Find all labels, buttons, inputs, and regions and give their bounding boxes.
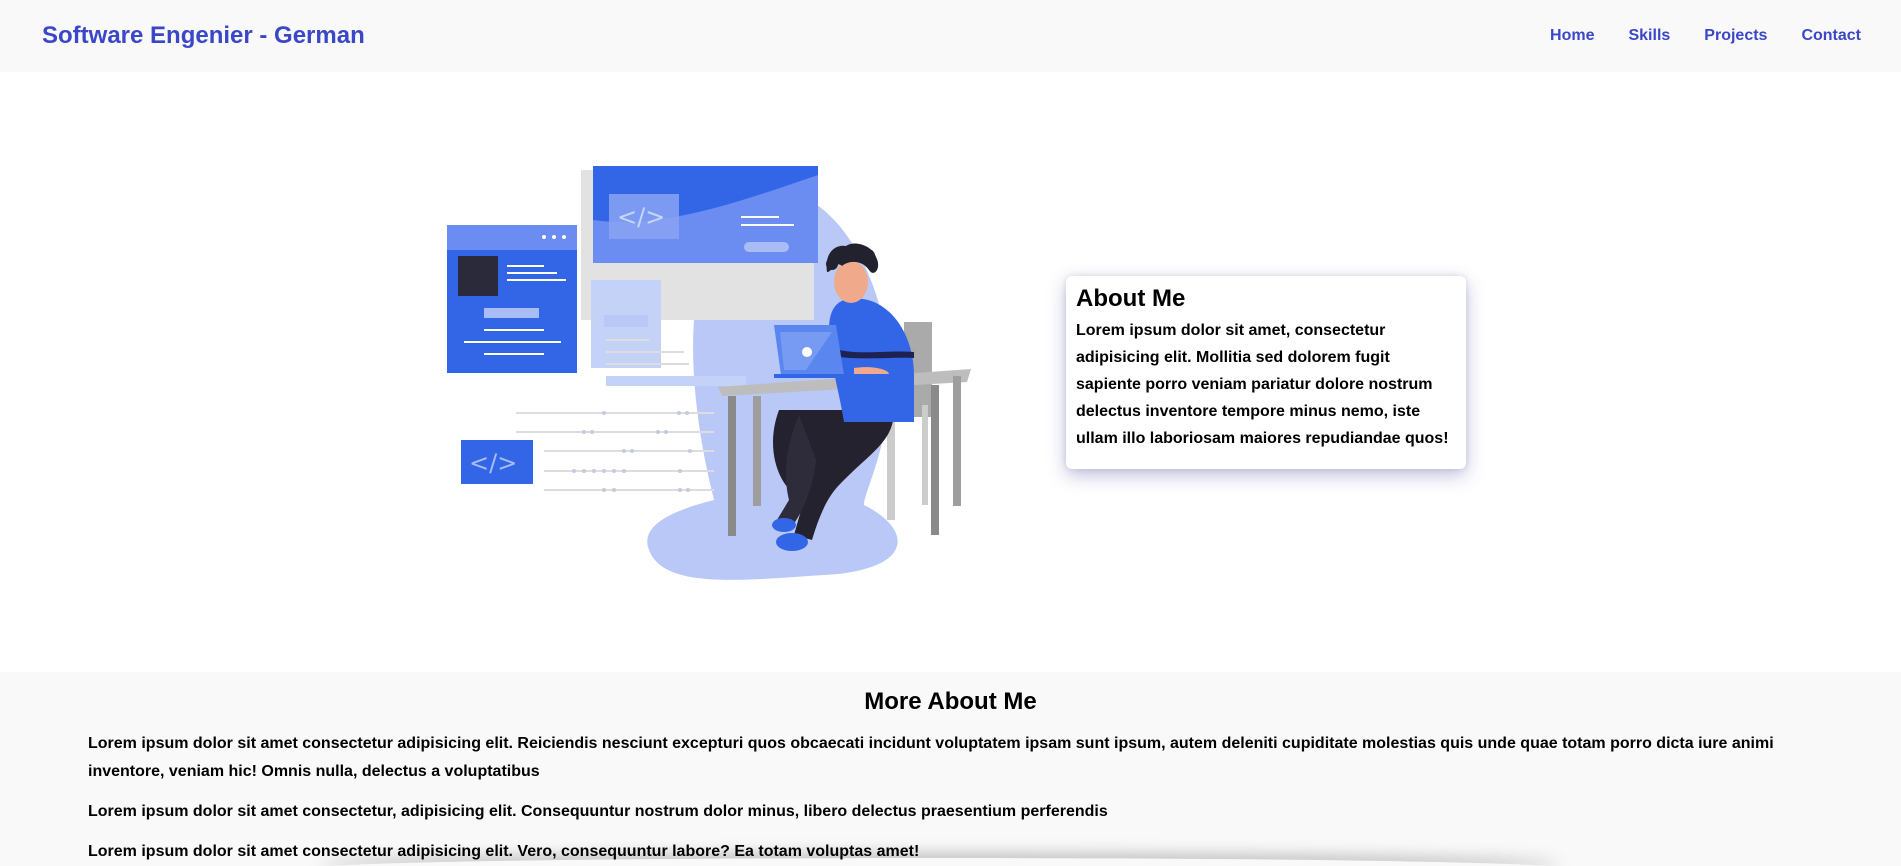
about-title: About Me: [1076, 285, 1186, 312]
person-shoe: [776, 533, 808, 551]
about-card: About Me Lorem ipsum dolor sit amet, con…: [1066, 276, 1466, 469]
nav-link-home[interactable]: Home: [1550, 27, 1594, 45]
person-hoodie: [829, 298, 914, 422]
nav-link-skills[interactable]: Skills: [1628, 27, 1670, 45]
developer-illustration: </> </>: [447, 166, 971, 580]
nav-menu: Home Skills Projects Contact: [1550, 27, 1861, 45]
more-about-paragraph: Lorem ipsum dolor sit amet consectetur a…: [88, 735, 1774, 780]
nav-link-projects[interactable]: Projects: [1704, 27, 1767, 45]
person-face: [834, 261, 868, 303]
more-about-title: More About Me: [864, 688, 1037, 715]
code-icon: </>: [617, 203, 665, 231]
about-text: Lorem ipsum dolor sit amet, consectetur …: [1076, 322, 1449, 447]
nav-link-contact[interactable]: Contact: [1801, 27, 1861, 45]
navbar: Software Engenier - German Home Skills P…: [0, 0, 1901, 72]
more-about-paragraph: Lorem ipsum dolor sit amet consectetur a…: [88, 843, 920, 860]
more-about-paragraph: Lorem ipsum dolor sit amet consectetur, …: [88, 803, 1108, 820]
brand-title[interactable]: Software Engenier - German: [42, 22, 365, 50]
more-about-section: More About Me Lorem ipsum dolor sit amet…: [0, 672, 1901, 866]
code-icon: </>: [469, 449, 517, 477]
